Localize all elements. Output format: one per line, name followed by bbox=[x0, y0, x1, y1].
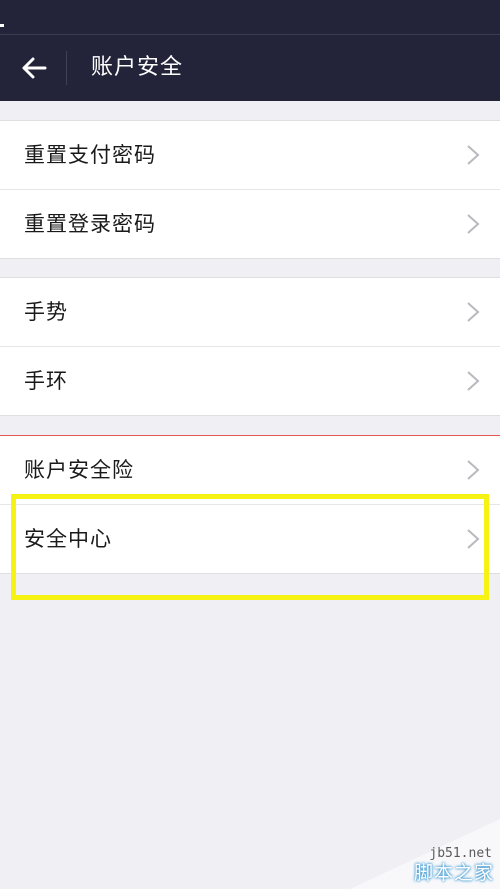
chevron-right-icon bbox=[467, 529, 480, 549]
list-item-label: 重置登录密码 bbox=[24, 212, 156, 236]
security-center-item[interactable]: 安全中心 bbox=[0, 504, 500, 573]
watermark-name: 脚本之家 bbox=[413, 862, 494, 884]
watermark: jb51.net 脚本之家 bbox=[350, 819, 500, 889]
settings-group-security: 账户安全险 安全中心 bbox=[0, 435, 500, 574]
navigation-bar: 账户安全 bbox=[0, 34, 500, 101]
wristband-item[interactable]: 手环 bbox=[0, 346, 500, 415]
list-item-label: 手环 bbox=[24, 369, 68, 393]
reset-login-password-item[interactable]: 重置登录密码 bbox=[0, 189, 500, 258]
list-item-label: 账户安全险 bbox=[24, 458, 134, 482]
page-title: 账户安全 bbox=[91, 55, 184, 80]
status-indicator bbox=[0, 24, 4, 27]
list-item-label: 手势 bbox=[24, 300, 68, 324]
reset-payment-password-item[interactable]: 重置支付密码 bbox=[0, 121, 500, 189]
list-item-label: 重置支付密码 bbox=[24, 143, 156, 167]
back-button[interactable] bbox=[10, 45, 58, 91]
settings-group-gesture: 手势 手环 bbox=[0, 277, 500, 416]
chevron-right-icon bbox=[467, 302, 480, 322]
chevron-right-icon bbox=[467, 145, 480, 165]
account-insurance-item[interactable]: 账户安全险 bbox=[0, 436, 500, 504]
chevron-right-icon bbox=[467, 214, 480, 234]
status-bar bbox=[0, 0, 500, 34]
gesture-item[interactable]: 手势 bbox=[0, 278, 500, 346]
arrow-left-icon bbox=[22, 57, 47, 79]
chevron-right-icon bbox=[467, 460, 480, 480]
list-item-label: 安全中心 bbox=[24, 527, 112, 551]
settings-group-passwords: 重置支付密码 重置登录密码 bbox=[0, 120, 500, 259]
nav-divider bbox=[66, 51, 67, 85]
chevron-right-icon bbox=[467, 371, 480, 391]
